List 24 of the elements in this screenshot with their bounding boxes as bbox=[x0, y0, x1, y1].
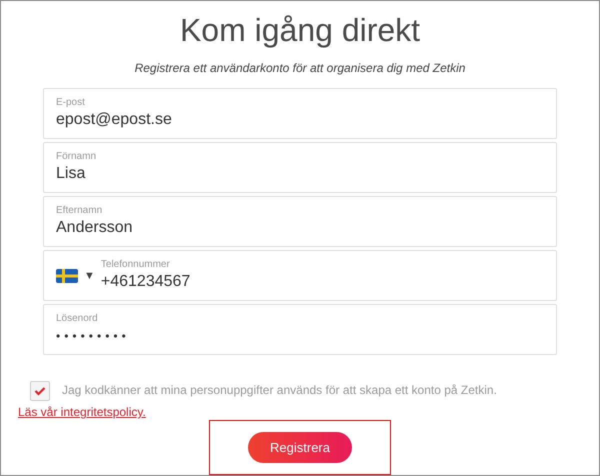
input-field[interactable]: E-post epost@epost.se bbox=[43, 88, 557, 139]
subtitle: Registrera ett användarkonto för att organisera dig med Zetkin bbox=[134, 61, 466, 75]
flag-icon[interactable] bbox=[56, 268, 78, 282]
field-value: Lisa bbox=[56, 164, 86, 184]
input-field[interactable]: Efternamn Andersson bbox=[43, 196, 557, 247]
input-field[interactable]: Förnamn Lisa bbox=[43, 142, 557, 193]
field-label: Telefonnummer bbox=[100, 259, 171, 270]
check-icon bbox=[34, 386, 46, 396]
field-value: ••••••••• bbox=[56, 328, 130, 345]
phone-field[interactable]: ▼ Telefonnummer +461234567 bbox=[43, 250, 557, 301]
caret-icon[interactable]: ▼ bbox=[84, 270, 95, 282]
field-value: +461234567 bbox=[100, 272, 190, 292]
field-label: Lösenord bbox=[56, 313, 99, 324]
field-value: epost@epost.se bbox=[56, 110, 172, 130]
consent-checkbox[interactable] bbox=[30, 380, 50, 401]
field-label: E-post bbox=[56, 97, 86, 108]
password-field[interactable]: Lösenord ••••••••• bbox=[43, 304, 557, 355]
register-button[interactable]: Registrera bbox=[248, 432, 352, 463]
privacy-link[interactable]: Läs vår integritetspolicy. bbox=[18, 405, 146, 419]
field-label: Efternamn bbox=[56, 205, 104, 216]
consent-text: Jag kodkänner att mina personuppgifter används för att skapa ett konto på Zetkin. bbox=[62, 383, 497, 397]
field-value: Andersson bbox=[56, 218, 132, 238]
page-title: Kom igång direkt bbox=[180, 11, 420, 49]
field-label: Förnamn bbox=[56, 151, 96, 162]
